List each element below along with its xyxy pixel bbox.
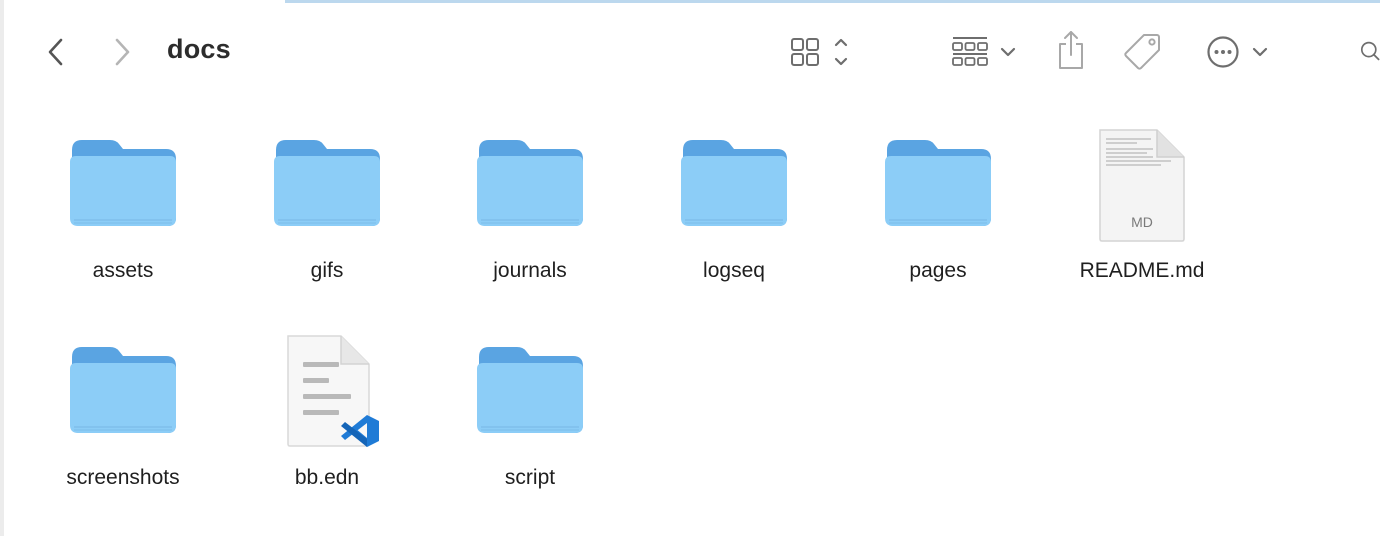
file-item-label: screenshots xyxy=(66,466,180,489)
share-icon xyxy=(1059,31,1083,69)
toolbar: docs xyxy=(0,0,1380,104)
file-item-logseq[interactable]: logseq xyxy=(634,128,834,318)
file-item-label: gifs xyxy=(310,259,344,282)
file-item-icon xyxy=(473,335,587,440)
file-item-label: assets xyxy=(92,259,154,282)
search-icon xyxy=(1360,41,1380,61)
search-button[interactable] xyxy=(1352,28,1380,74)
folder-icon xyxy=(477,140,583,226)
vscode-document-icon xyxy=(287,335,379,447)
file-item-label: pages xyxy=(909,259,967,282)
back-button[interactable] xyxy=(38,32,74,72)
folder-icon xyxy=(70,140,176,226)
tag-icon xyxy=(1124,34,1160,70)
file-item-label: logseq xyxy=(703,259,765,282)
file-item-assets[interactable]: assets xyxy=(23,128,223,318)
file-item-label: README.md xyxy=(1079,259,1205,282)
forward-button[interactable] xyxy=(104,32,140,72)
folder-icon xyxy=(274,140,380,226)
group-by-button[interactable] xyxy=(946,30,1022,74)
file-item-label: bb.edn xyxy=(294,466,360,489)
file-item-icon: MD xyxy=(1097,127,1187,248)
chevron-left-icon xyxy=(48,38,63,66)
window-title: docs xyxy=(167,34,231,64)
more-button[interactable] xyxy=(1200,30,1274,74)
icon-grid-icon xyxy=(791,38,848,66)
ellipsis-circle-icon xyxy=(1207,36,1268,68)
folder-icon xyxy=(681,140,787,226)
finder-window: docs assets gifs journals logseq pages M… xyxy=(0,0,1380,536)
file-item-icon xyxy=(66,335,180,440)
file-item-icon xyxy=(270,128,384,233)
file-item-script[interactable]: script xyxy=(430,335,630,525)
file-item-journals[interactable]: journals xyxy=(430,128,630,318)
file-item-bb-edn[interactable]: bb.edn xyxy=(227,335,427,525)
file-type-badge: MD xyxy=(1131,214,1153,230)
file-item-pages[interactable]: pages xyxy=(838,128,1038,318)
file-item-gifs[interactable]: gifs xyxy=(227,128,427,318)
file-item-screenshots[interactable]: screenshots xyxy=(23,335,223,525)
file-item-label: script xyxy=(504,466,556,489)
file-item-icon xyxy=(283,332,383,457)
view-mode-button[interactable] xyxy=(784,30,856,74)
folder-icon xyxy=(70,347,176,433)
folder-icon xyxy=(477,347,583,433)
chevron-right-icon xyxy=(115,38,130,66)
tags-button[interactable] xyxy=(1120,28,1166,74)
file-item-icon xyxy=(66,128,180,233)
folder-icon xyxy=(885,140,991,226)
file-item-label: journals xyxy=(493,259,567,282)
file-item-icon xyxy=(677,128,791,233)
file-item-readme-md[interactable]: MD README.md xyxy=(1042,128,1242,318)
group-grid-icon xyxy=(952,37,1016,66)
share-button[interactable] xyxy=(1050,26,1092,74)
file-item-icon xyxy=(881,128,995,233)
file-item-icon xyxy=(473,128,587,233)
